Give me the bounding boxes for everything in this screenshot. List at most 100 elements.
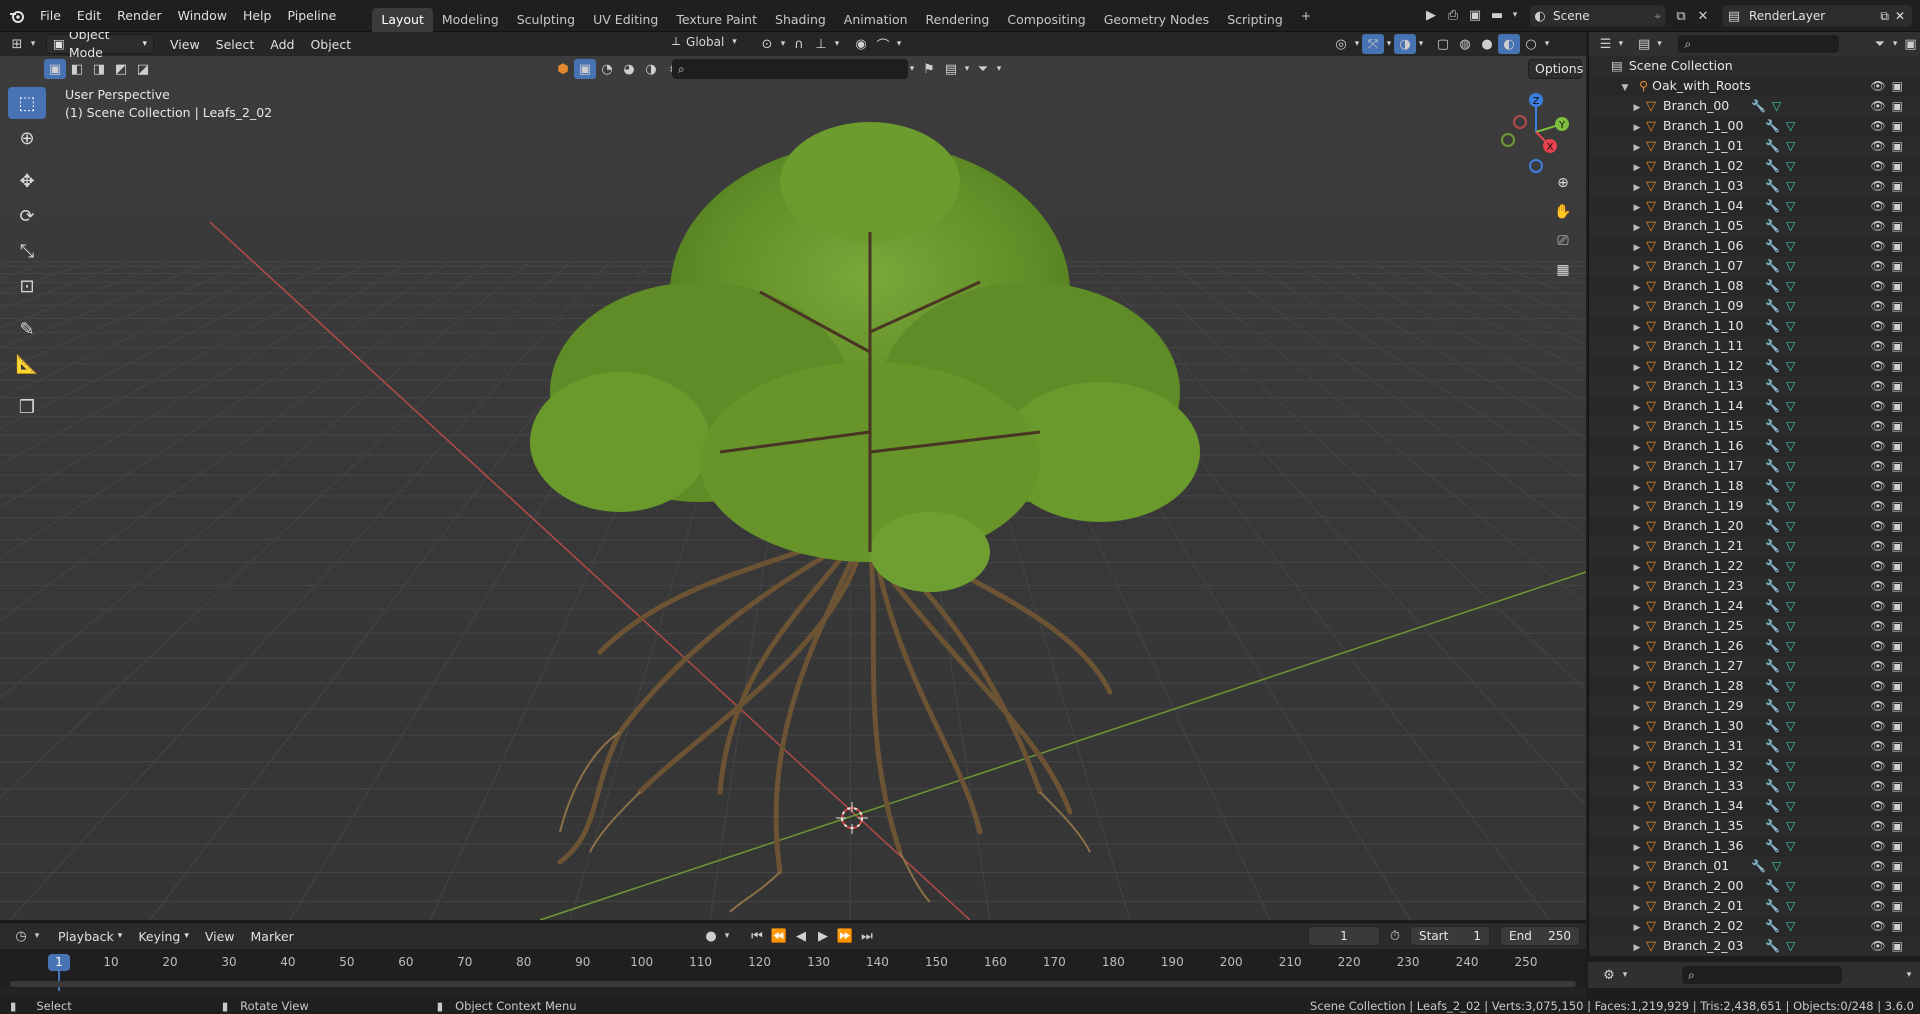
tab-uv-editing[interactable]: UV Editing bbox=[584, 8, 667, 32]
mesh-data-icon[interactable]: ▽ bbox=[1786, 299, 1795, 313]
expand-triangle-icon[interactable]: ▶ bbox=[1631, 558, 1643, 578]
outliner-item[interactable]: ▶ ▽ Branch_1_32 🔧 ▽ 👁▣ bbox=[1589, 756, 1920, 776]
viewport-menu-view[interactable]: View bbox=[162, 37, 208, 52]
visibility-render-icons[interactable]: 👁▣ bbox=[1870, 656, 1909, 676]
mesh-data-icon[interactable]: ▽ bbox=[1786, 259, 1795, 273]
select-subtract-icon[interactable]: ◨ bbox=[88, 59, 110, 79]
expand-triangle-icon[interactable]: ▶ bbox=[1631, 298, 1643, 318]
visibility-render-icons[interactable]: 👁▣ bbox=[1870, 76, 1909, 96]
outliner-item[interactable]: ▶ ▽ Branch_1_15 🔧 ▽ 👁▣ bbox=[1589, 416, 1920, 436]
visibility-render-icons[interactable]: 👁▣ bbox=[1870, 276, 1909, 296]
jump-start-icon[interactable]: ⏮ bbox=[746, 926, 768, 946]
falloff-icon[interactable]: ⌒ bbox=[872, 34, 894, 54]
modifier-wrench-icon[interactable]: 🔧 bbox=[1765, 659, 1780, 673]
modifier-wrench-icon[interactable]: 🔧 bbox=[1765, 499, 1780, 513]
outliner-item[interactable]: ▶ ▽ Branch_1_36 🔧 ▽ 👁▣ bbox=[1589, 836, 1920, 856]
menu-file[interactable]: File bbox=[32, 4, 69, 28]
overlays-icon[interactable]: ◑ bbox=[1394, 34, 1416, 54]
outliner-item[interactable]: ▶ ▽ Branch_1_33 🔧 ▽ 👁▣ bbox=[1589, 776, 1920, 796]
pan-hand-icon[interactable]: ✋ bbox=[1550, 199, 1576, 225]
gizmo-icon[interactable]: ⤧ bbox=[1362, 34, 1384, 54]
measure-tool-icon[interactable]: 📐 bbox=[8, 348, 46, 380]
outliner-item[interactable]: ▶ ▽ Branch_1_21 🔧 ▽ 👁▣ bbox=[1589, 536, 1920, 556]
timeline-menu-playback[interactable]: Playback ▾ bbox=[50, 929, 130, 944]
modifier-wrench-icon[interactable]: 🔧 bbox=[1765, 339, 1780, 353]
outliner-collection[interactable]: ▼ ⚲ Oak_with_Roots 👁▣ bbox=[1589, 76, 1920, 96]
pin-icon[interactable]: ⌖ bbox=[1654, 9, 1665, 24]
snap-icon[interactable]: ∩ bbox=[788, 34, 810, 54]
editor-type-icon[interactable]: ☰ bbox=[1595, 34, 1616, 54]
expand-triangle-icon[interactable]: ▶ bbox=[1631, 238, 1643, 258]
neg-z-axis-handle[interactable] bbox=[1529, 159, 1543, 173]
tab-rendering[interactable]: Rendering bbox=[917, 8, 999, 32]
expand-triangle-icon[interactable]: ▶ bbox=[1631, 458, 1643, 478]
outliner-item[interactable]: ▶ ▽ Branch_1_29 🔧 ▽ 👁▣ bbox=[1589, 696, 1920, 716]
outliner-item[interactable]: ▶ ▽ Branch_1_14 🔧 ▽ 👁▣ bbox=[1589, 396, 1920, 416]
chevron-down-icon[interactable]: ▾ bbox=[1620, 965, 1630, 985]
tab-layout[interactable]: Layout bbox=[372, 7, 433, 32]
outliner-item[interactable]: ▶ ▽ Branch_1_00 🔧 ▽ 👁▣ bbox=[1589, 116, 1920, 136]
mesh-data-icon[interactable]: ▽ bbox=[1786, 399, 1795, 413]
prev-keyframe-icon[interactable]: ⏪ bbox=[768, 926, 790, 946]
light-filter-icon[interactable]: ◕ bbox=[618, 59, 640, 79]
mesh-data-icon[interactable]: ▽ bbox=[1786, 619, 1795, 633]
stopwatch-icon[interactable]: ⏱ bbox=[1384, 926, 1406, 946]
modifier-wrench-icon[interactable]: 🔧 bbox=[1765, 179, 1780, 193]
visibility-render-icons[interactable]: 👁▣ bbox=[1870, 736, 1909, 756]
outliner-item[interactable]: ▶ ▽ Branch_1_01 🔧 ▽ 👁▣ bbox=[1589, 136, 1920, 156]
viewport-search[interactable]: ⌕ bbox=[672, 59, 908, 79]
modifier-wrench-icon[interactable]: 🔧 bbox=[1765, 119, 1780, 133]
expand-triangle-icon[interactable]: ▶ bbox=[1631, 518, 1643, 538]
visibility-render-icons[interactable]: 👁▣ bbox=[1870, 216, 1909, 236]
expand-triangle-icon[interactable]: ▶ bbox=[1631, 738, 1643, 758]
xray-icon[interactable]: ▢ bbox=[1432, 34, 1454, 54]
chevron-down-icon[interactable]: ▾ bbox=[32, 926, 42, 946]
visibility-render-icons[interactable]: 👁▣ bbox=[1870, 336, 1909, 356]
expand-triangle-icon[interactable]: ▶ bbox=[1631, 198, 1643, 218]
annotate-tool-icon[interactable]: ✎ bbox=[8, 313, 46, 345]
modifier-wrench-icon[interactable]: 🔧 bbox=[1765, 799, 1780, 813]
mesh-data-icon[interactable]: ▽ bbox=[1786, 339, 1795, 353]
mesh-data-icon[interactable]: ▽ bbox=[1786, 179, 1795, 193]
modifier-wrench-icon[interactable]: 🔧 bbox=[1765, 559, 1780, 573]
expand-triangle-icon[interactable]: ▶ bbox=[1631, 878, 1643, 898]
start-frame-field[interactable]: Start 1 bbox=[1410, 926, 1490, 946]
expand-triangle-icon[interactable]: ▶ bbox=[1631, 698, 1643, 718]
mesh-data-icon[interactable]: ▽ bbox=[1786, 659, 1795, 673]
expand-triangle-icon[interactable]: ▶ bbox=[1631, 158, 1643, 178]
modifier-wrench-icon[interactable]: 🔧 bbox=[1765, 839, 1780, 853]
chevron-down-icon[interactable]: ▾ bbox=[1508, 5, 1522, 25]
expand-triangle-icon[interactable]: ▼ bbox=[1619, 78, 1631, 98]
viewport-menu-object[interactable]: Object bbox=[302, 37, 359, 52]
expand-triangle-icon[interactable]: ▶ bbox=[1631, 358, 1643, 378]
mesh-data-icon[interactable]: ▽ bbox=[1786, 559, 1795, 573]
modifier-wrench-icon[interactable]: 🔧 bbox=[1765, 599, 1780, 613]
visibility-render-icons[interactable]: 👁▣ bbox=[1870, 556, 1909, 576]
new-scene-icon[interactable]: ⧉ bbox=[1670, 6, 1692, 26]
modifier-wrench-icon[interactable]: 🔧 bbox=[1765, 739, 1780, 753]
tab-animation[interactable]: Animation bbox=[835, 8, 917, 32]
expand-triangle-icon[interactable]: ▶ bbox=[1631, 858, 1643, 878]
delete-scene-icon[interactable]: ✕ bbox=[1692, 6, 1714, 26]
modifier-wrench-icon[interactable]: 🔧 bbox=[1765, 919, 1780, 933]
expand-triangle-icon[interactable]: ▶ bbox=[1631, 378, 1643, 398]
outliner-item[interactable]: ▶ ▽ Branch_00 🔧 ▽ 👁▣ bbox=[1589, 96, 1920, 116]
timeline-scrollbar[interactable] bbox=[10, 981, 1576, 987]
tab-geometry-nodes[interactable]: Geometry Nodes bbox=[1095, 8, 1218, 32]
mesh-data-icon[interactable]: ▽ bbox=[1786, 899, 1795, 913]
mesh-data-icon[interactable]: ▽ bbox=[1786, 279, 1795, 293]
chevron-down-icon[interactable]: ▾ bbox=[1890, 34, 1900, 54]
visibility-render-icons[interactable]: 👁▣ bbox=[1870, 816, 1909, 836]
mesh-data-icon[interactable]: ▽ bbox=[1786, 819, 1795, 833]
move-tool-icon[interactable]: ✥ bbox=[8, 165, 46, 197]
outliner-item[interactable]: ▶ ▽ Branch_2_03 🔧 ▽ 👁▣ bbox=[1589, 936, 1920, 956]
mesh-data-icon[interactable]: ▽ bbox=[1786, 879, 1795, 893]
play-icon[interactable]: ▶ bbox=[812, 926, 834, 946]
visibility-render-icons[interactable]: 👁▣ bbox=[1870, 796, 1909, 816]
editor-type-icon[interactable]: ⚙ bbox=[1598, 965, 1620, 985]
modifier-wrench-icon[interactable]: 🔧 bbox=[1765, 319, 1780, 333]
expand-triangle-icon[interactable]: ▶ bbox=[1631, 338, 1643, 358]
camera-filter-icon[interactable]: ◑ bbox=[640, 59, 662, 79]
visibility-render-icons[interactable]: 👁▣ bbox=[1870, 516, 1909, 536]
folder-icon[interactable]: ▬ bbox=[1486, 5, 1508, 25]
